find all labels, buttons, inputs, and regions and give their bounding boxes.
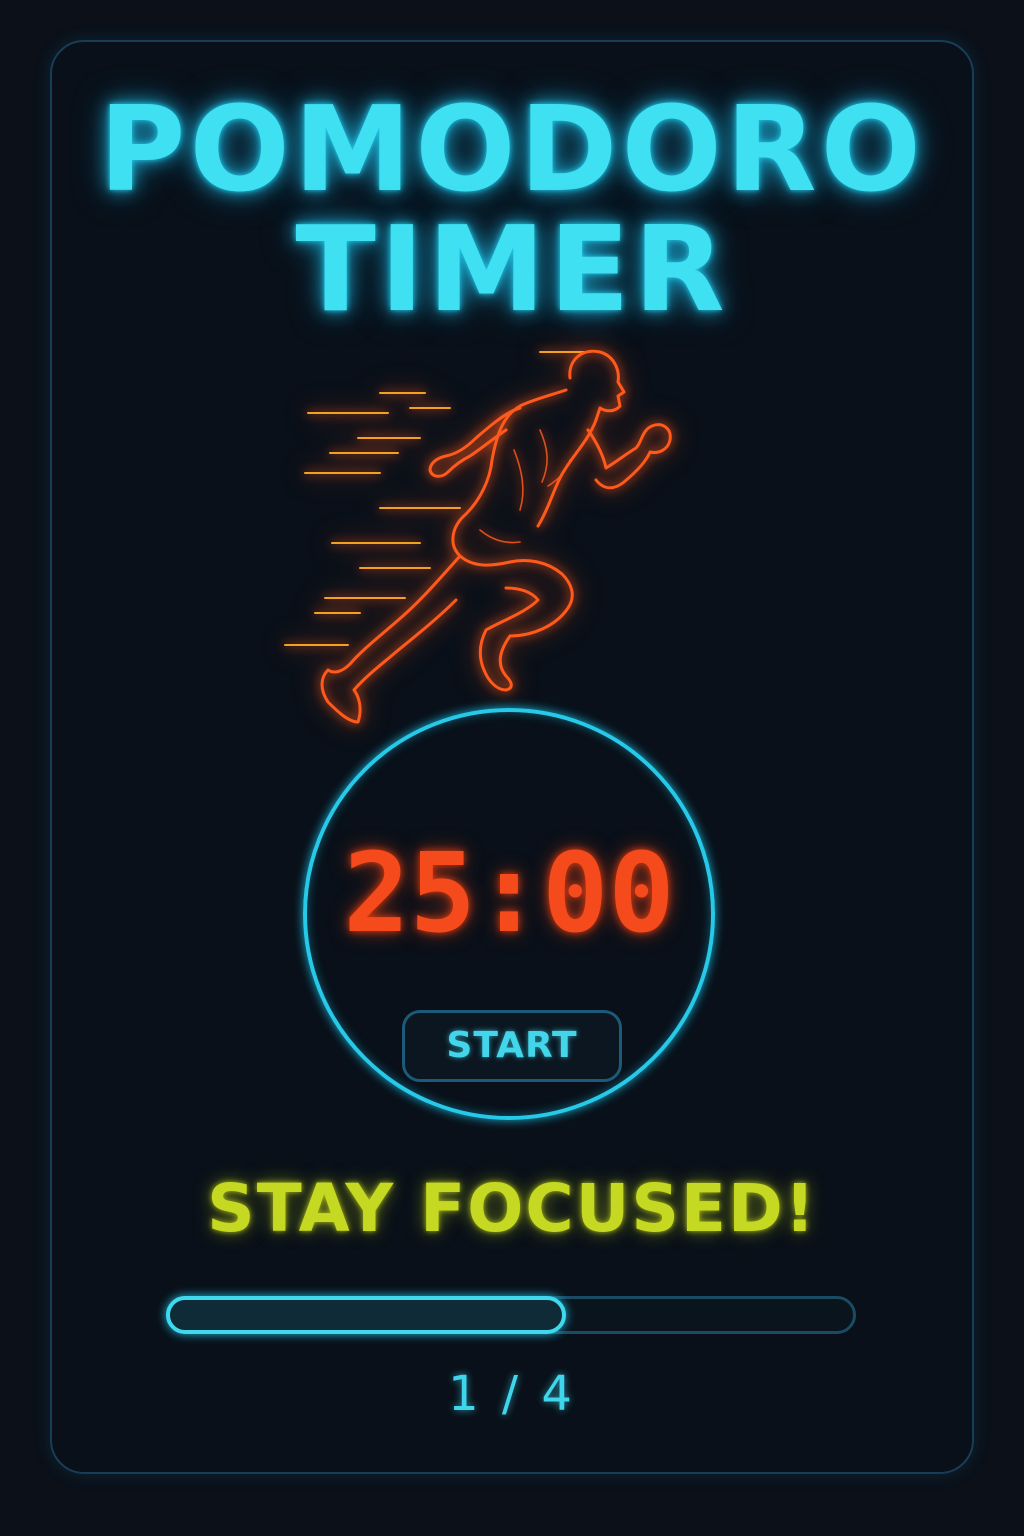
progress-fill: [166, 1296, 566, 1334]
time-display: 25:00: [343, 829, 675, 957]
start-button[interactable]: START: [402, 1010, 622, 1082]
session-count: 1 / 4: [448, 1366, 576, 1422]
page-title-line-1: POMODORO: [99, 80, 925, 218]
page-title-line-2: TIMER: [295, 200, 729, 338]
motivation-text: STAY FOCUSED!: [207, 1170, 817, 1247]
running-man-icon: [270, 330, 700, 730]
